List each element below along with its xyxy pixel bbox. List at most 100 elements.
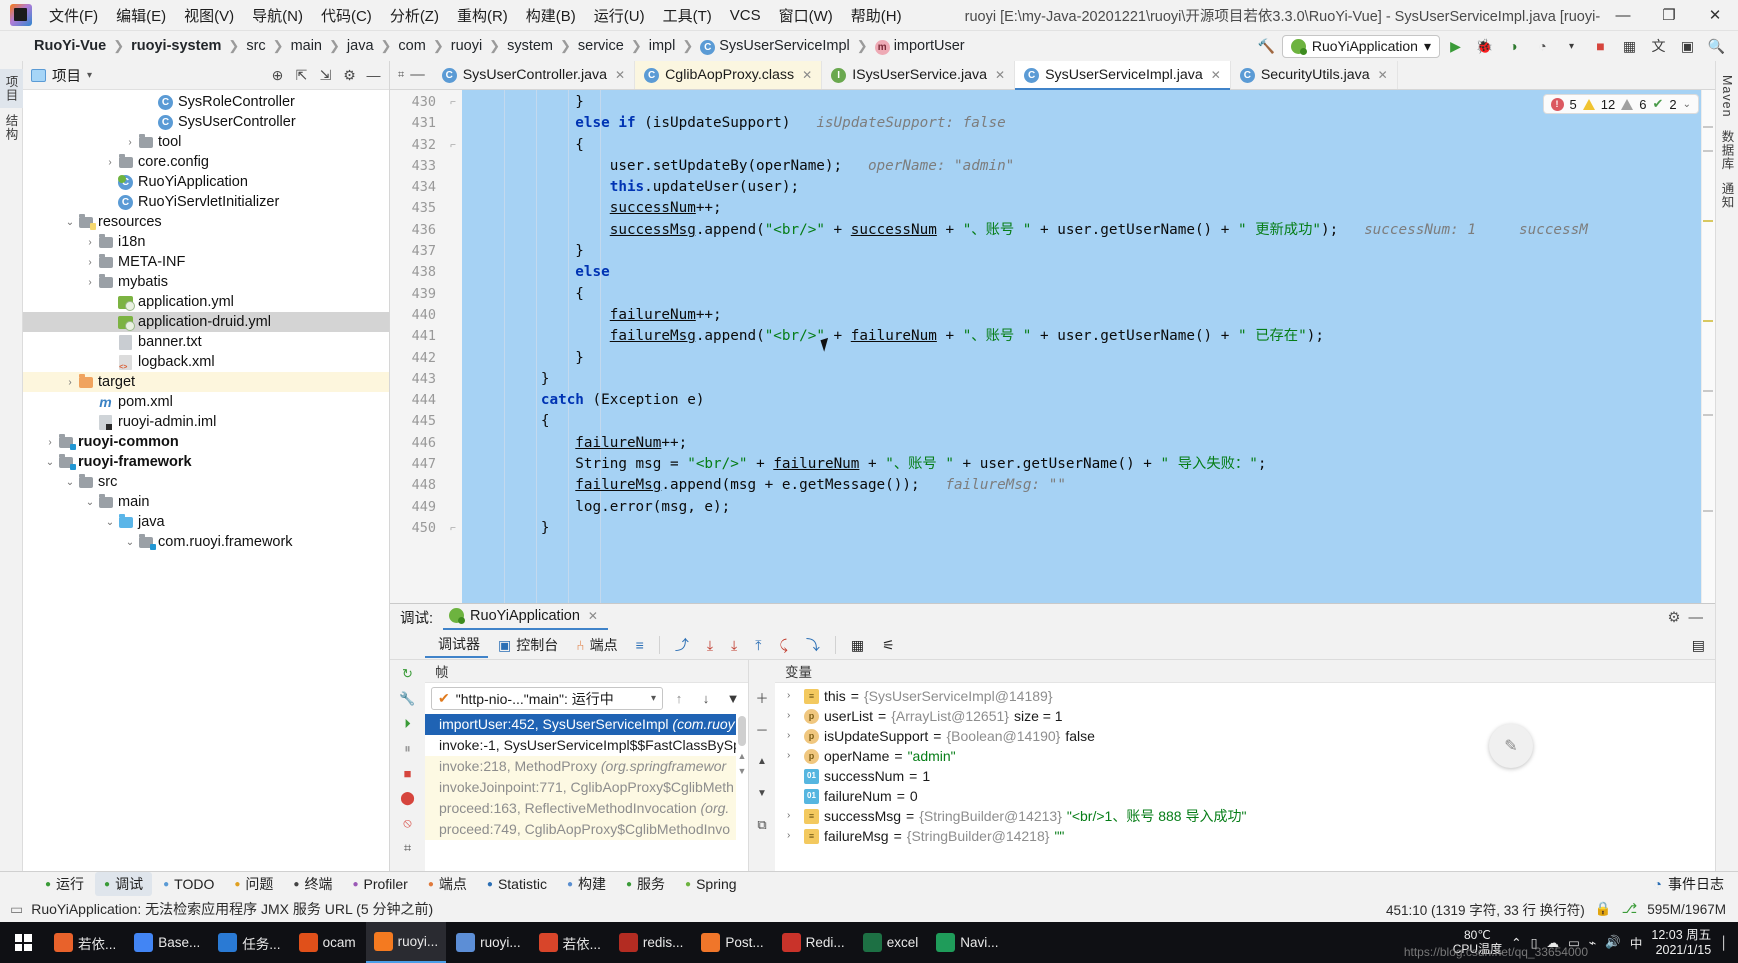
tree-item-sysusercontroller[interactable]: C SysUserController bbox=[23, 112, 389, 132]
code-line[interactable]: { bbox=[462, 411, 1715, 432]
pin-tab-icon[interactable]: ⌗ bbox=[397, 840, 419, 856]
run-icon[interactable]: ▶ bbox=[1442, 34, 1469, 58]
translate-icon[interactable]: 文 bbox=[1645, 34, 1672, 58]
breadcrumb-item-system[interactable]: system bbox=[501, 38, 559, 54]
floating-action-icon[interactable]: ✎ bbox=[1489, 724, 1533, 768]
tool-tab-project[interactable]: 项目 bbox=[0, 69, 23, 108]
add-watch-icon[interactable]: ＋ bbox=[751, 686, 773, 708]
tree-expand-arrow[interactable]: ⌄ bbox=[43, 457, 57, 468]
tree-item-application-yml[interactable]: application.yml bbox=[23, 292, 389, 312]
fold-marker[interactable] bbox=[444, 198, 462, 219]
stop-icon[interactable]: ■ bbox=[1587, 34, 1614, 58]
menu-item-1[interactable]: 编辑(E) bbox=[107, 2, 175, 29]
force-step-into-icon[interactable]: ⤓ bbox=[723, 635, 745, 656]
breadcrumb-item-src[interactable]: src bbox=[240, 38, 271, 54]
taskbar-app-9[interactable]: Redi... bbox=[774, 922, 853, 963]
tree-item-resources[interactable]: ⌄ resources bbox=[23, 212, 389, 232]
expand-arrow[interactable]: › bbox=[787, 706, 799, 726]
variable-row-userList[interactable]: › p userList = {ArrayList@12651} size = 1 bbox=[775, 706, 1715, 726]
code-line[interactable]: this.updateUser(user); bbox=[462, 177, 1715, 198]
tab-endpoints[interactable]: ⑃ 端点 bbox=[568, 633, 625, 657]
tree-item-ruoyiapplication[interactable]: C RuoYiApplication bbox=[23, 172, 389, 192]
tree-expand-arrow[interactable]: ⌄ bbox=[63, 477, 77, 488]
taskbar-app-1[interactable]: Base... bbox=[126, 922, 208, 963]
expand-arrow[interactable]: › bbox=[787, 746, 799, 766]
step-out-icon[interactable]: ⤒ bbox=[747, 635, 769, 656]
tool-tab-todo[interactable]: ● TODO bbox=[154, 874, 223, 894]
stack-frame-5[interactable]: proceed:749, CglibAopProxy$CglibMethodIn… bbox=[425, 819, 736, 840]
taskbar-app-0[interactable]: 若依... bbox=[46, 922, 124, 963]
hide-icon[interactable]: — bbox=[1689, 610, 1704, 626]
scroll-up-icon[interactable]: ▲ bbox=[751, 750, 773, 772]
taskbar-app-2[interactable]: 任务... bbox=[210, 922, 288, 963]
tree-item-tool[interactable]: › tool bbox=[23, 132, 389, 152]
variable-row-successMsg[interactable]: › ≡ successMsg = {StringBuilder@14213} "<br/>… bbox=[775, 806, 1715, 826]
expand-arrow[interactable]: › bbox=[787, 806, 799, 826]
breadcrumb-item-main[interactable]: main bbox=[285, 38, 328, 54]
code-line[interactable]: String msg = "<br/>" + failureNum + "、账号… bbox=[462, 454, 1715, 475]
code-line[interactable]: } bbox=[462, 348, 1715, 369]
code-editor[interactable]: 430 431 432 433 434 435 436 437 438 439 440 441 442 4… bbox=[390, 90, 1715, 603]
breadcrumb-item-ruoyi[interactable]: ruoyi bbox=[445, 38, 488, 54]
tree-expand-arrow[interactable]: › bbox=[103, 157, 117, 168]
fold-marker[interactable] bbox=[444, 475, 462, 496]
tree-item-banner-txt[interactable]: banner.txt bbox=[23, 332, 389, 352]
breadcrumb-item-com[interactable]: com bbox=[392, 38, 431, 54]
fold-marker[interactable] bbox=[444, 369, 462, 390]
code-line[interactable]: catch (Exception e) bbox=[462, 390, 1715, 411]
taskbar-app-4[interactable]: ruoyi... bbox=[365, 922, 447, 963]
menu-item-6[interactable]: 重构(R) bbox=[448, 2, 517, 29]
filter-icon[interactable]: ▼ bbox=[722, 688, 744, 710]
tree-item-i18n[interactable]: › i18n bbox=[23, 232, 389, 252]
settings-icon[interactable]: ⚟ bbox=[874, 635, 903, 656]
tab-debugger[interactable]: 调试器 bbox=[425, 632, 488, 658]
maximize-button[interactable]: ❐ bbox=[1646, 0, 1692, 31]
ime-icon[interactable]: 中 bbox=[1630, 933, 1643, 952]
breadcrumb-item-impl[interactable]: impl bbox=[643, 38, 682, 54]
caret-position[interactable]: 451:10 (1319 字符, 33 行 换行符) bbox=[1386, 899, 1585, 919]
code-line[interactable]: { bbox=[462, 284, 1715, 305]
menu-item-2[interactable]: 视图(V) bbox=[175, 2, 243, 29]
locate-icon[interactable]: ⊕ bbox=[266, 64, 289, 87]
editor-tab-sysusercontroller-java[interactable]: C SysUserController.java ✕ bbox=[433, 61, 636, 89]
menu-item-9[interactable]: 工具(T) bbox=[654, 2, 721, 29]
close-icon[interactable]: ✕ bbox=[995, 68, 1005, 82]
pause-icon[interactable]: ⏸ bbox=[397, 741, 419, 757]
fold-marker[interactable]: ⌐ bbox=[444, 92, 462, 113]
fold-marker[interactable] bbox=[444, 497, 462, 518]
fold-marker[interactable] bbox=[444, 262, 462, 283]
stack-frame-0[interactable]: importUser:452, SysUserServiceImpl (com.… bbox=[425, 714, 736, 735]
chevron-down-icon[interactable]: ▾ bbox=[1558, 34, 1585, 58]
tree-expand-arrow[interactable]: ⌄ bbox=[123, 537, 137, 548]
fold-marker[interactable] bbox=[444, 113, 462, 134]
tree-item-logback-xml[interactable]: logback.xml bbox=[23, 352, 389, 372]
fold-marker[interactable] bbox=[444, 390, 462, 411]
editor-scroll-markers[interactable] bbox=[1701, 90, 1715, 603]
tree-item-pom-xml[interactable]: m pom.xml bbox=[23, 392, 389, 412]
clock-widget[interactable]: 12:03 周五 2021/1/15 bbox=[1651, 928, 1711, 958]
rerun-icon[interactable]: ↻ bbox=[397, 666, 419, 682]
tree-expand-arrow[interactable]: ⌄ bbox=[103, 517, 117, 528]
tree-expand-arrow[interactable]: › bbox=[83, 277, 97, 288]
fold-marker[interactable]: ⌐ bbox=[444, 135, 462, 156]
menu-item-4[interactable]: 代码(C) bbox=[312, 2, 381, 29]
tool-tab-终端[interactable]: ● 终端 bbox=[284, 872, 341, 896]
fold-marker[interactable] bbox=[444, 284, 462, 305]
code-line[interactable]: failureNum++; bbox=[462, 305, 1715, 326]
stack-frame-4[interactable]: proceed:163, ReflectiveMethodInvocation … bbox=[425, 798, 736, 819]
search-icon[interactable]: 🔍 bbox=[1703, 34, 1730, 58]
frame-up-icon[interactable]: ↑ bbox=[668, 688, 690, 710]
fold-marker[interactable] bbox=[444, 177, 462, 198]
stack-frame-1[interactable]: invoke:-1, SysUserServiceImpl$$FastClass… bbox=[425, 735, 736, 756]
tree-item-core-config[interactable]: › core.config bbox=[23, 152, 389, 172]
menu-item-3[interactable]: 导航(N) bbox=[243, 2, 312, 29]
tool-tab-问题[interactable]: ● 问题 bbox=[225, 872, 282, 896]
tree-expand-arrow[interactable]: › bbox=[83, 257, 97, 268]
close-icon[interactable]: ✕ bbox=[615, 68, 625, 82]
tool-tab-notifications[interactable]: 通知 bbox=[1716, 176, 1738, 215]
tab-console[interactable]: ▣ 控制台 bbox=[490, 633, 566, 657]
close-icon[interactable]: ✕ bbox=[802, 68, 812, 82]
code-line[interactable]: { bbox=[462, 135, 1715, 156]
run-to-cursor-icon[interactable]: ⤵ bbox=[798, 633, 828, 657]
code-line[interactable]: user.setUpdateBy(operName); operName: "a… bbox=[462, 156, 1715, 177]
